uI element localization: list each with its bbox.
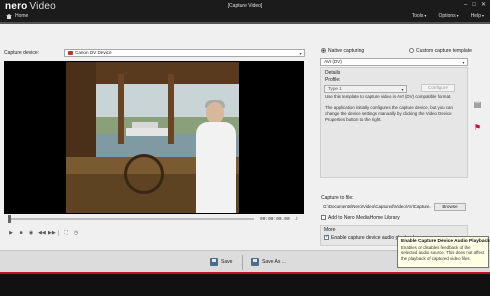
tooltip: Enable Capture Device Audio Playback Ena… [397, 236, 490, 268]
audio-settings-icon[interactable]: ⚑ [472, 122, 483, 133]
chevron-down-icon: ▾ [456, 13, 459, 18]
title-bar: nero Video [Capture Video] – □ ✕ Home Too… [0, 0, 490, 22]
controls-divider [58, 230, 59, 236]
menu-tools[interactable]: Tools▾ [412, 13, 427, 19]
capture-device-label: Capture device: [4, 50, 40, 56]
timer-icon[interactable]: ◷ [73, 230, 79, 236]
details-panel: Details Profile: Type 1 ▾ Configure Use … [320, 67, 468, 178]
custom-template-label: Custom capture template [416, 48, 472, 54]
video-device-properties-icon[interactable]: ▤ [472, 99, 483, 110]
chevron-down-icon: ▾ [462, 60, 465, 65]
chevron-down-icon: ▾ [401, 87, 404, 92]
home-label: Home [15, 13, 29, 19]
more-label: More [324, 227, 336, 233]
frame-beam [118, 74, 124, 144]
native-capturing-radio[interactable] [321, 48, 326, 53]
chevron-down-icon: ▾ [424, 13, 427, 18]
window-controls: – □ ✕ [464, 2, 486, 8]
status-bar [0, 274, 490, 296]
configure-button[interactable]: Configure [421, 84, 455, 92]
template-description: Use this template to capture video in AV… [325, 94, 452, 99]
menu-help[interactable]: Help▾ [471, 13, 484, 19]
timecode: 00:00:00.00 [260, 217, 290, 222]
close-icon[interactable]: ✕ [481, 2, 486, 8]
menu-options-label: Options [438, 13, 456, 19]
save-button[interactable]: Save [210, 255, 232, 269]
tooltip-body: Enables or disables feedback of the sele… [401, 245, 485, 261]
menu-tools-label: Tools [411, 13, 424, 19]
capture-device-select[interactable]: Canon DV Device ▾ [64, 49, 305, 57]
toolbar-divider [242, 255, 243, 270]
frame-boat [126, 128, 170, 136]
menu-options[interactable]: Options▾ [438, 13, 458, 19]
stop-icon[interactable]: ■ [18, 230, 24, 236]
save-as-icon [251, 258, 259, 266]
custom-template-radio[interactable] [409, 48, 414, 53]
timeline-track[interactable] [8, 218, 254, 220]
format-value: AVI (DV) [324, 59, 342, 64]
playback-controls: ▶ ■ ◉ ◀◀ ▶▶ ⛶ ◷ [8, 230, 79, 236]
add-mediahome-label: Add to Nero MediaHome Library [328, 215, 400, 221]
menu-help-label: Help [470, 13, 481, 19]
fullscreen-icon[interactable]: ⛶ [63, 230, 69, 236]
frame-wheel [124, 154, 164, 194]
frame-beam [168, 74, 174, 144]
add-mediahome-checkbox[interactable] [321, 215, 326, 220]
top-menu: Tools▾ Options▾ Help▾ [412, 13, 484, 19]
fast-forward-icon[interactable]: ▶▶ [48, 230, 56, 236]
camera-icon [68, 50, 73, 55]
details-label: Details [325, 70, 341, 76]
record-icon[interactable]: ◉ [28, 230, 34, 236]
save-icon [210, 258, 218, 266]
home-button[interactable]: Home [6, 13, 28, 19]
save-as-label: Save As ... [262, 259, 286, 265]
frame-person [196, 122, 236, 213]
audio-playback-checkbox[interactable]: ✓ [324, 235, 329, 240]
browse-button[interactable]: Browse [434, 203, 466, 211]
profile-value: Type 1 [328, 86, 342, 91]
play-icon[interactable]: ▶ [8, 230, 14, 236]
maximize-icon[interactable]: □ [472, 2, 476, 8]
application-description: The application initially configures the… [325, 105, 453, 122]
save-label: Save [221, 259, 233, 265]
rewind-icon[interactable]: ◀◀ [38, 230, 46, 236]
native-capturing-label: Native capturing [328, 48, 365, 54]
profile-label: Profile: [325, 77, 341, 83]
save-as-button[interactable]: Save As ... [251, 255, 286, 269]
video-frame [66, 62, 239, 213]
format-select[interactable]: AVI (DV) ▾ [320, 58, 468, 66]
capture-device-value: Canon DV Device [75, 50, 112, 55]
window-title: [Capture Video] [227, 3, 263, 9]
frame-person-head [206, 102, 224, 124]
file-path-field[interactable]: G:\Documents\Nero\Video\Captured\Video\A… [320, 203, 432, 211]
video-preview [4, 61, 304, 214]
minimize-icon[interactable]: – [464, 2, 467, 8]
chevron-down-icon: ▾ [481, 13, 484, 18]
timeline-handle[interactable] [8, 215, 11, 223]
home-icon [6, 13, 12, 19]
capture-to-file-label: Capture to file: [321, 195, 354, 201]
chevron-down-icon: ▾ [299, 51, 302, 56]
profile-select[interactable]: Type 1 ▾ [324, 85, 407, 93]
volume-icon[interactable]: ♪ [293, 216, 300, 223]
